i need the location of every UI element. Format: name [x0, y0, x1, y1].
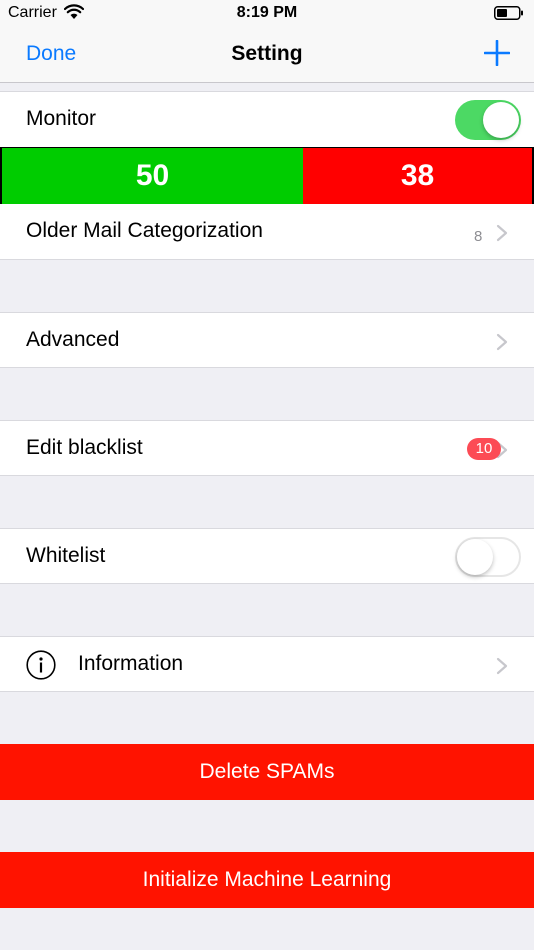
- blacklist-count-badge: 10: [467, 438, 501, 460]
- battery-icon: [494, 6, 523, 20]
- monitor-toggle[interactable]: [455, 100, 521, 140]
- clock: 8:19 PM: [236, 4, 298, 21]
- page-title: Setting: [231, 42, 303, 65]
- plus-icon[interactable]: [484, 40, 510, 66]
- good-mail-count: 50: [2, 148, 303, 204]
- monitor-row: Monitor: [0, 91, 534, 147]
- navigation-bar: Done Setting: [0, 28, 534, 83]
- chevron-right-icon: [496, 333, 508, 351]
- information-row[interactable]: Information: [0, 636, 534, 692]
- advanced-row[interactable]: Advanced: [0, 312, 534, 368]
- information-label: Information: [78, 652, 184, 675]
- edit-blacklist-row[interactable]: Edit blacklist 10: [0, 420, 534, 476]
- whitelist-label: Whitelist: [26, 544, 106, 567]
- advanced-label: Advanced: [26, 328, 120, 351]
- whitelist-row: Whitelist: [0, 528, 534, 584]
- status-bar: Carrier 8:19 PM: [0, 0, 534, 28]
- edit-blacklist-label: Edit blacklist: [26, 436, 143, 459]
- spam-mail-count: 38: [303, 148, 532, 204]
- older-mail-categorization-row[interactable]: Older Mail Categorization 8: [0, 204, 534, 260]
- info-icon: [26, 650, 56, 680]
- toggle-knob: [483, 102, 519, 138]
- initialize-machine-learning-button[interactable]: Initialize Machine Learning: [0, 852, 534, 908]
- whitelist-toggle[interactable]: [455, 537, 521, 577]
- delete-spams-button[interactable]: Delete SPAMs: [0, 744, 534, 800]
- toggle-knob: [457, 539, 493, 575]
- chevron-right-icon: [496, 224, 508, 242]
- older-mail-count: 8: [474, 228, 483, 245]
- monitor-label: Monitor: [26, 107, 97, 130]
- chevron-right-icon: [496, 657, 508, 675]
- counter-bar: 50 38: [0, 147, 534, 204]
- older-mail-label: Older Mail Categorization: [26, 219, 263, 242]
